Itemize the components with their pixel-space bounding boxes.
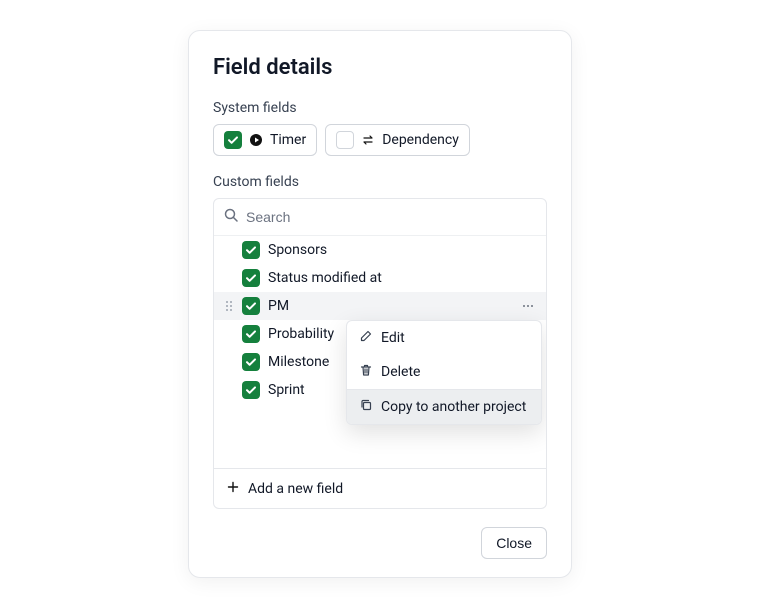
system-fields-label: System fields — [213, 100, 547, 116]
pencil-icon — [359, 329, 373, 347]
menu-item-label: Edit — [381, 330, 405, 346]
search-input[interactable] — [246, 209, 536, 225]
checkbox-unchecked-icon — [336, 131, 354, 149]
field-item-label: Probability — [268, 326, 334, 342]
menu-edit[interactable]: Edit — [347, 321, 541, 355]
timer-icon — [248, 132, 264, 148]
menu-delete[interactable]: Delete — [347, 355, 541, 389]
dependency-icon — [360, 132, 376, 148]
field-item-label: Sponsors — [268, 242, 327, 258]
plus-icon — [226, 480, 240, 498]
menu-item-label: Delete — [381, 364, 420, 380]
drag-handle-icon[interactable] — [224, 299, 234, 313]
field-details-panel: Field details System fields Timer Depend… — [188, 30, 572, 578]
menu-item-label: Copy to another project — [381, 399, 526, 415]
checkbox-checked-icon — [242, 381, 260, 399]
checkbox-checked-icon — [242, 297, 260, 315]
checkbox-checked-icon — [242, 241, 260, 259]
custom-fields-label: Custom fields — [213, 174, 547, 190]
add-field-row[interactable]: Add a new field — [214, 468, 546, 508]
system-field-label: Timer — [270, 132, 306, 148]
menu-copy-to-project[interactable]: Copy to another project — [347, 390, 541, 424]
close-button[interactable]: Close — [481, 527, 547, 559]
field-item-label: Status modified at — [268, 270, 382, 286]
search-row — [214, 199, 546, 235]
checkbox-checked-icon — [242, 353, 260, 371]
field-item-pm[interactable]: PM — [214, 292, 546, 320]
system-fields-row: Timer Dependency — [213, 124, 547, 156]
close-button-label: Close — [496, 535, 532, 551]
panel-footer: Close — [213, 527, 547, 559]
checkbox-checked-icon — [242, 269, 260, 287]
context-menu: Edit Delete Copy to another project — [346, 320, 542, 425]
custom-fields-items: Sponsors Status modified at PM — [214, 235, 546, 468]
checkbox-checked-icon — [242, 325, 260, 343]
custom-fields-listbox: Sponsors Status modified at PM — [213, 198, 547, 509]
system-field-label: Dependency — [382, 132, 459, 148]
more-icon[interactable] — [520, 299, 536, 313]
field-item-sponsors[interactable]: Sponsors — [214, 236, 546, 264]
system-field-dependency[interactable]: Dependency — [325, 124, 470, 156]
system-field-timer[interactable]: Timer — [213, 124, 317, 156]
trash-icon — [359, 363, 373, 381]
field-item-label: Sprint — [268, 382, 305, 398]
field-item-status-modified-at[interactable]: Status modified at — [214, 264, 546, 292]
checkbox-checked-icon — [224, 131, 242, 149]
copy-icon — [359, 398, 373, 416]
add-field-label: Add a new field — [248, 481, 343, 497]
field-item-label: Milestone — [268, 354, 329, 370]
field-item-label: PM — [268, 298, 289, 314]
search-icon — [224, 207, 238, 226]
panel-title: Field details — [213, 55, 547, 80]
